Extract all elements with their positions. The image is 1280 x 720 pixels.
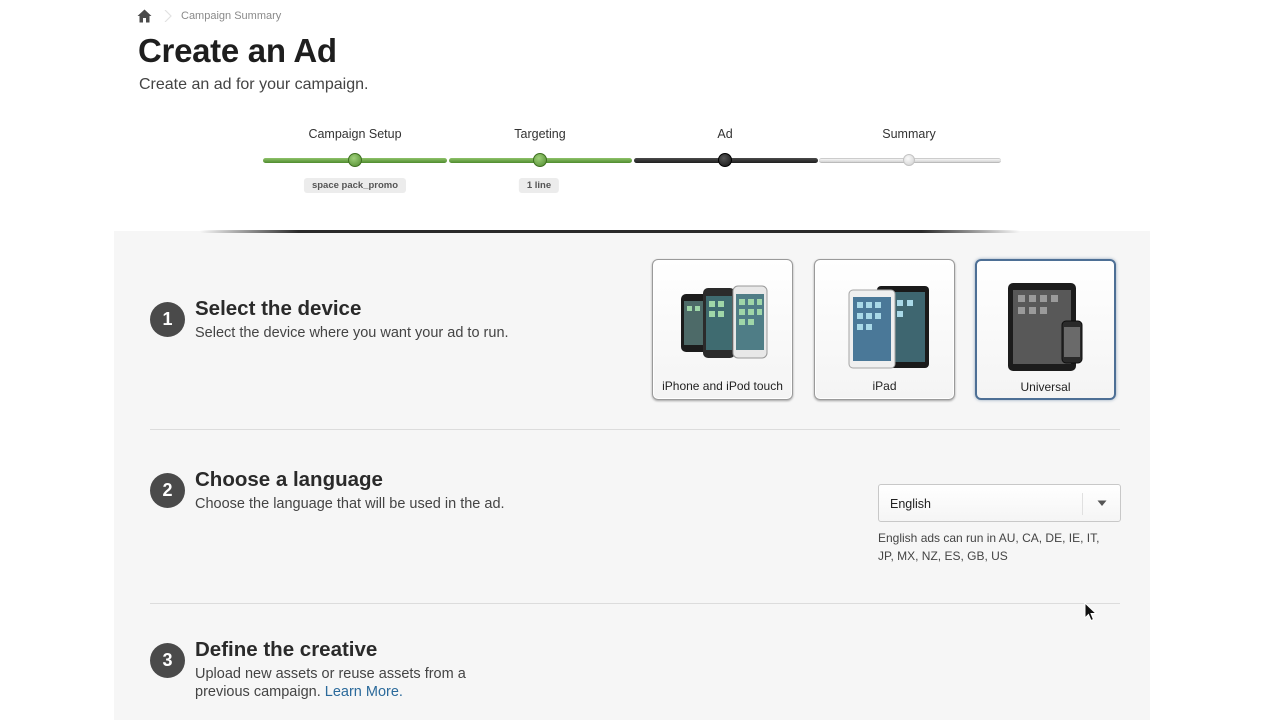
step-badge-targeting-lines: 1 line [518, 178, 560, 193]
device-label: iPad [872, 379, 897, 393]
universal-device-icon [977, 277, 1114, 377]
select-divider [1082, 493, 1083, 515]
iphone-icon [653, 276, 792, 376]
step-dot-upcoming [903, 154, 915, 166]
chevron-right-icon [164, 10, 172, 22]
section-description: Choose the language that will be used in… [195, 496, 505, 512]
step-label-campaign-setup[interactable]: Campaign Setup [308, 127, 401, 141]
step-label-targeting[interactable]: Targeting [514, 127, 565, 141]
device-option-ipad[interactable]: iPad [814, 259, 955, 400]
page-subtitle: Create an ad for your campaign. [139, 76, 369, 93]
section-divider [150, 603, 1120, 604]
page-title: Create an Ad [138, 32, 337, 69]
device-label: iPhone and iPod touch [662, 379, 783, 393]
home-icon[interactable] [137, 9, 152, 23]
step-number-1: 1 [150, 302, 185, 337]
section-divider [150, 429, 1120, 430]
step-dot-current [718, 153, 732, 167]
device-option-iphone[interactable]: iPhone and iPod touch [652, 259, 793, 400]
language-select[interactable]: English [878, 484, 1121, 522]
breadcrumb: Campaign Summary [137, 8, 281, 24]
mouse-cursor-icon [1084, 602, 1097, 622]
step-label-ad: Ad [717, 127, 733, 141]
language-select-value: English [890, 497, 931, 511]
section-description: Upload new assets or reuse assets from a… [195, 665, 466, 701]
panel-divider [200, 230, 1020, 233]
step-number-2: 2 [150, 473, 185, 508]
chevron-down-icon [1097, 500, 1107, 506]
section-define-creative: 3 Define the creative Upload new assets … [150, 638, 1120, 713]
breadcrumb-campaign-summary[interactable]: Campaign Summary [181, 10, 281, 22]
section-title: Define the creative [195, 638, 378, 661]
learn-more-link[interactable]: Learn More. [325, 684, 403, 700]
progress-stepper: Campaign Setup Targeting Ad Summary spac… [262, 120, 1004, 200]
device-option-universal[interactable]: Universal [975, 259, 1116, 400]
note-line: English ads can run in AU, CA, DE, IE, I… [878, 531, 1100, 545]
step-number-3: 3 [150, 643, 185, 678]
device-label: Universal [1020, 380, 1071, 394]
section-title: Choose a language [195, 468, 383, 491]
description-line: Upload new assets or reuse assets from a [195, 666, 466, 682]
section-description: Select the device where you want your ad… [195, 325, 509, 341]
step-dot-complete [348, 153, 362, 167]
description-line: previous campaign. Learn More. [195, 683, 466, 701]
language-availability-note: English ads can run in AU, CA, DE, IE, I… [878, 529, 1148, 565]
ipad-icon [815, 276, 954, 376]
step-dot-complete [533, 153, 547, 167]
note-line: JP, MX, NZ, ES, GB, US [878, 549, 1008, 563]
section-title: Select the device [195, 297, 362, 320]
step-badge-campaign-name: space pack_promo [303, 178, 407, 193]
step-label-summary: Summary [882, 127, 936, 141]
description-text: previous campaign. [195, 684, 321, 700]
